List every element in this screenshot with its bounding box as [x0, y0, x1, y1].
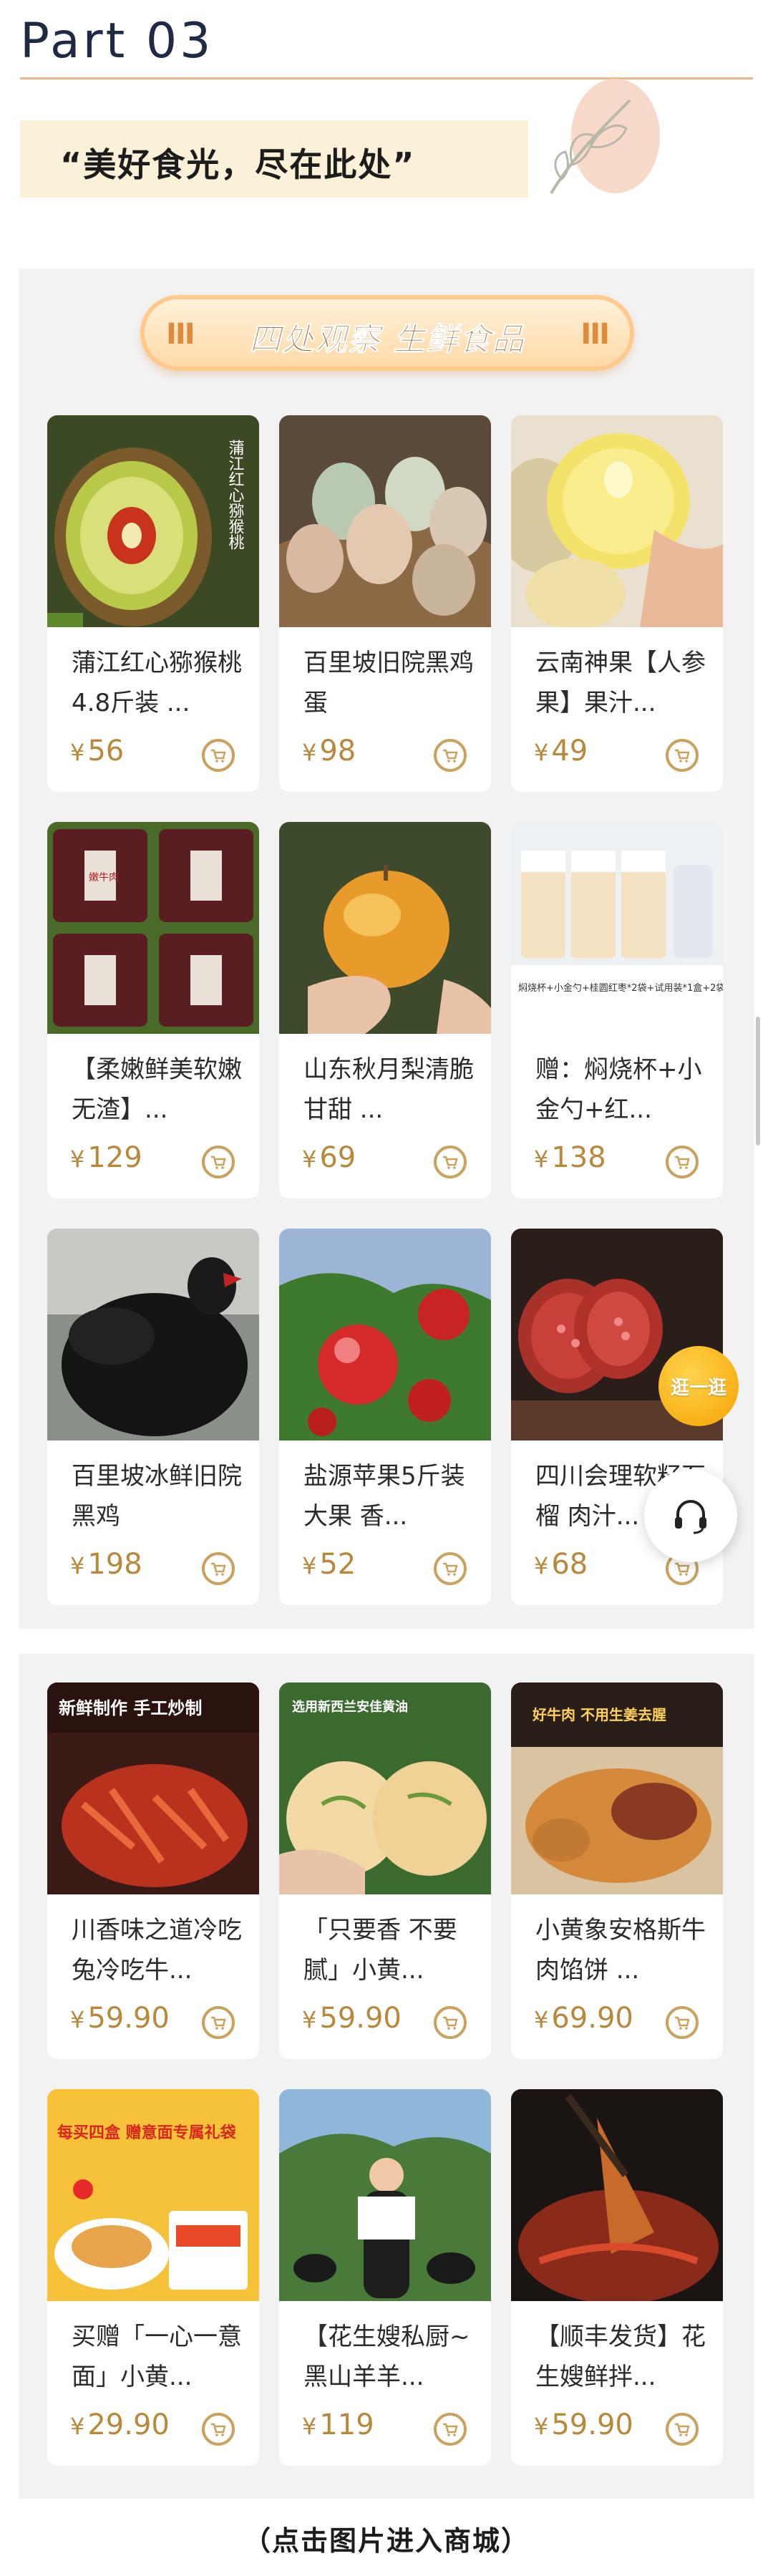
svg-text:嫩牛肉: 嫩牛肉 [89, 872, 119, 883]
product-price: ¥129 [70, 1141, 142, 1174]
cart-icon[interactable] [434, 2006, 467, 2039]
product-image[interactable] [511, 2089, 723, 2301]
product-name[interactable]: 蒲江红心猕猴桃4.8斤装 ... [72, 643, 243, 723]
part-title: Part 03 [20, 13, 214, 69]
product-grid-prepared: 新鲜制作 手工炒制 川香味之道冷吃兔冷吃牛... ¥59.90 选用新西兰安佳黄… [47, 1682, 723, 2466]
product-card[interactable]: 蒲江红心猕猴桃 蒲江红心猕猴桃4.8斤装 ... ¥56 [47, 415, 259, 792]
product-image[interactable]: 焖烧杯+小金勺+桂圆红枣*2袋+试用装*1盒+2袋老冰糖 [511, 822, 723, 1034]
cart-icon[interactable] [434, 1552, 467, 1585]
cart-icon[interactable] [434, 1146, 467, 1178]
product-card[interactable]: 百里坡冰鲜旧院黑鸡 ¥198 [47, 1229, 259, 1605]
product-image[interactable] [279, 415, 491, 627]
product-card[interactable]: 山东秋月梨清脆甘甜 ... ¥69 [279, 822, 491, 1199]
scrollbar[interactable] [756, 1017, 760, 1146]
cart-icon[interactable] [202, 739, 235, 772]
product-image[interactable] [279, 2089, 491, 2301]
product-image[interactable] [279, 1229, 491, 1440]
product-image[interactable]: 蒲江红心猕猴桃 [47, 415, 259, 627]
product-price: ¥98 [302, 735, 356, 768]
svg-text:好牛肉 不用生姜去腥: 好牛肉 不用生姜去腥 [532, 1706, 666, 1723]
cart-icon[interactable] [666, 2413, 699, 2446]
cart-icon[interactable] [202, 2413, 235, 2446]
product-price: ¥59.90 [302, 2002, 402, 2035]
product-name[interactable]: 山东秋月梨清脆甘甜 ... [303, 1050, 475, 1130]
product-name[interactable]: 【柔嫩鲜美软嫩无渣】... [72, 1050, 243, 1130]
product-card[interactable]: 每买四盒 赠意面专属礼袋 买赠「一心一意面」小黄... ¥29.90 [47, 2089, 259, 2466]
product-name[interactable]: 百里坡冰鲜旧院黑鸡 [72, 1456, 243, 1536]
cart-icon[interactable] [434, 739, 467, 772]
product-card[interactable]: 【顺丰发货】花生嫂鲜拌... ¥59.90 [511, 2089, 723, 2466]
product-name[interactable]: 赠：焖烧杯+小金勺+红... [535, 1050, 707, 1130]
svg-text:蒲江红心猕猴桃: 蒲江红心猕猴桃 [226, 440, 245, 550]
product-card[interactable]: 焖烧杯+小金勺+桂圆红枣*2袋+试用装*1盒+2袋老冰糖 赠：焖烧杯+小金勺+红… [511, 822, 723, 1199]
svg-text:焖烧杯+小金勺+桂圆红枣*2袋+试用装*1盒+2袋老冰糖: 焖烧杯+小金勺+桂圆红枣*2袋+试用装*1盒+2袋老冰糖 [518, 982, 723, 994]
product-price: ¥198 [70, 1548, 142, 1581]
product-name[interactable]: 小黄象安格斯牛肉馅饼 ... [535, 1910, 707, 1990]
section-banner: III 四处观察 生鲜食品 III [140, 295, 634, 371]
product-price: ¥59.90 [534, 2408, 633, 2441]
product-name[interactable]: 盐源苹果5斤装大果 香... [303, 1456, 475, 1536]
product-price: ¥49 [534, 735, 588, 768]
product-price: ¥56 [70, 735, 125, 768]
product-price: ¥29.90 [70, 2408, 170, 2441]
product-image[interactable] [279, 822, 491, 1034]
product-card[interactable]: 新鲜制作 手工炒制 川香味之道冷吃兔冷吃牛... ¥59.90 [47, 1682, 259, 2059]
product-price: ¥138 [534, 1141, 606, 1174]
cart-icon[interactable] [202, 2006, 235, 2039]
product-card[interactable]: 嫩牛肉 【柔嫩鲜美软嫩无渣】... ¥129 [47, 822, 259, 1199]
svg-text:选用新西兰安佳黄油: 选用新西兰安佳黄油 [292, 1699, 408, 1715]
product-image[interactable]: 好牛肉 不用生姜去腥 [511, 1682, 723, 1894]
product-price: ¥69 [302, 1141, 356, 1174]
product-card[interactable]: 百里坡旧院黑鸡蛋 ¥98 [279, 415, 491, 792]
product-name[interactable]: 买赠「一心一意面」小黄... [72, 2317, 243, 2397]
product-price: ¥52 [302, 1548, 356, 1581]
product-card[interactable]: 【花生嫂私厨~黑山羊羊... ¥119 [279, 2089, 491, 2466]
leaf-decoration-icon [550, 79, 660, 195]
product-image[interactable]: 每买四盒 赠意面专属礼袋 [47, 2089, 259, 2301]
footer-hint: （点击图片进入商城） [243, 2525, 530, 2557]
cart-icon[interactable] [202, 1146, 235, 1178]
shop-badge-button[interactable]: 逛一逛 [658, 1346, 739, 1426]
product-name[interactable]: 百里坡旧院黑鸡蛋 [303, 643, 475, 723]
product-card[interactable]: 盐源苹果5斤装大果 香... ¥52 [279, 1229, 491, 1605]
product-image[interactable]: 选用新西兰安佳黄油 [279, 1682, 491, 1894]
product-name[interactable]: 「只要香 不要腻」小黄... [303, 1910, 475, 1990]
product-name[interactable]: 【顺丰发货】花生嫂鲜拌... [535, 2317, 707, 2397]
svg-text:每买四盒 赠意面专属礼袋: 每买四盒 赠意面专属礼袋 [57, 2124, 237, 2142]
svg-text:新鲜制作 手工炒制: 新鲜制作 手工炒制 [59, 1698, 202, 1718]
cart-icon[interactable] [202, 1552, 235, 1585]
cart-icon[interactable] [666, 739, 699, 772]
cart-icon[interactable] [666, 1146, 699, 1178]
cart-icon[interactable] [666, 2006, 699, 2039]
product-card[interactable]: 选用新西兰安佳黄油 「只要香 不要腻」小黄... ¥59.90 [279, 1682, 491, 2059]
product-price: ¥119 [302, 2408, 374, 2441]
product-price: ¥59.90 [70, 2002, 170, 2035]
product-name[interactable]: 【花生嫂私厨~黑山羊羊... [303, 2317, 475, 2397]
product-image[interactable]: 新鲜制作 手工炒制 [47, 1682, 259, 1894]
product-grid-fresh: 蒲江红心猕猴桃 蒲江红心猕猴桃4.8斤装 ... ¥56 百里坡旧院黑鸡蛋 ¥9… [47, 415, 723, 1605]
banner-bars-right: III [580, 318, 610, 351]
product-card[interactable]: 好牛肉 不用生姜去腥 小黄象安格斯牛肉馅饼 ... ¥69.90 [511, 1682, 723, 2059]
product-image[interactable] [47, 1229, 259, 1440]
product-image[interactable]: 嫩牛肉 [47, 822, 259, 1034]
product-image[interactable] [511, 415, 723, 627]
product-price: ¥69.90 [534, 2002, 633, 2035]
cart-icon[interactable] [434, 2413, 467, 2446]
banner-title: 四处观察 生鲜食品 [249, 321, 525, 359]
headset-icon [675, 1500, 706, 1534]
product-card[interactable]: 云南神果【人参果】果汁... ¥49 [511, 415, 723, 792]
slogan-text: “美好食光，尽在此处” [60, 145, 416, 184]
customer-service-button[interactable] [644, 1469, 737, 1562]
product-name[interactable]: 云南神果【人参果】果汁... [535, 643, 707, 723]
product-name[interactable]: 川香味之道冷吃兔冷吃牛... [72, 1910, 243, 1990]
product-price: ¥68 [534, 1548, 588, 1581]
